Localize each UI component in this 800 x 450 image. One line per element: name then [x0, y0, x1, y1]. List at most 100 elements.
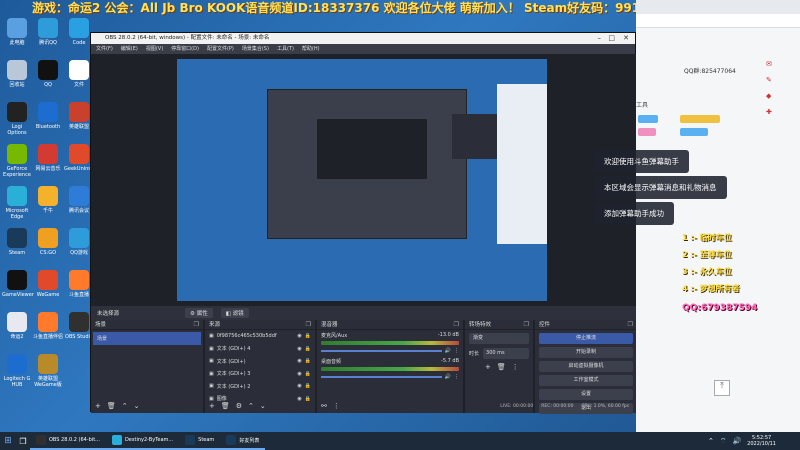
desktop-icon[interactable]: QQ	[33, 60, 63, 88]
arrow-down-icon[interactable]: ⌄	[134, 402, 140, 410]
eye-icon[interactable]: ◉	[297, 346, 301, 352]
desktop-icon[interactable]: 英雄联盟WeGame版	[33, 354, 63, 388]
trash-icon[interactable]: 🗑	[221, 402, 230, 410]
eye-icon[interactable]: ◉	[297, 333, 301, 339]
taskbar-app-label: Destiny2-ByTeam...	[124, 437, 174, 443]
filters-button[interactable]: ◧ 滤镜	[220, 308, 249, 318]
desktop-icon[interactable]: 命运2	[2, 312, 32, 340]
dock-float-icon[interactable]: ❐	[306, 320, 311, 330]
desktop-icon[interactable]: 斗鱼直播伴侣	[33, 312, 63, 340]
source-item[interactable]: ▣ 文本 (GDI+) 4 ◉ 🔒	[205, 343, 315, 356]
maximize-icon[interactable]: □	[608, 33, 615, 44]
lock-icon[interactable]: 🔒	[305, 333, 311, 339]
tray-icon[interactable]: ⌃	[708, 437, 714, 445]
desktop-icon[interactable]: WeGame	[33, 270, 63, 298]
upload-icon[interactable]: ⤒	[714, 380, 730, 396]
desktop-icon[interactable]: 腾讯QQ	[33, 18, 63, 46]
dock-float-icon[interactable]: ❐	[628, 320, 633, 330]
desktop-icon[interactable]: Logitech G HUB	[2, 354, 32, 388]
volume-meter	[321, 341, 459, 345]
dock-float-icon[interactable]: ❐	[454, 320, 459, 330]
source-item[interactable]: ▣ 文本 (GDI+) 2 ◉ 🔒	[205, 380, 315, 393]
more-icon[interactable]: ⋮	[333, 402, 340, 410]
add-icon[interactable]: +	[95, 402, 101, 410]
menu-item[interactable]: 工具(T)	[277, 44, 294, 54]
source-item[interactable]: ▣ 文本 (GDI+) ◉ 🔒	[205, 355, 315, 368]
speaker-icon[interactable]: 🔊	[445, 348, 451, 354]
arrow-up-icon[interactable]: ⌃	[248, 402, 254, 410]
desktop-icon[interactable]: GameViewer	[2, 270, 34, 298]
source-type-icon: ▣	[209, 370, 214, 377]
menu-item[interactable]: 停靠窗口(D)	[171, 44, 199, 54]
eye-icon[interactable]: ◉	[297, 358, 301, 364]
side-icon[interactable]: ✚	[766, 108, 774, 116]
link-icon[interactable]: ⚯	[321, 402, 327, 410]
more-icon[interactable]: ⋮	[512, 363, 519, 371]
close-icon[interactable]: ✕	[623, 33, 629, 44]
preview-canvas[interactable]	[91, 54, 637, 306]
control-button[interactable]: 工作室模式	[539, 375, 633, 386]
control-button[interactable]: 设置	[539, 389, 633, 400]
gear-icon[interactable]: ⚙	[236, 402, 242, 410]
arrow-down-icon[interactable]: ⌄	[260, 402, 266, 410]
desktop-icon-label: Logi Options	[7, 124, 27, 136]
desktop-icon[interactable]: GeForce Experience	[2, 144, 32, 178]
taskbar-app[interactable]: Steam	[179, 432, 221, 450]
desktop-icon[interactable]: 网易云音乐	[33, 144, 63, 172]
control-button[interactable]: 启动虚拟摄像机	[539, 361, 633, 372]
dock-float-icon[interactable]: ❐	[524, 320, 529, 330]
menu-item[interactable]: 帮助(H)	[302, 44, 320, 54]
windows-start-icon[interactable]: ⊞	[0, 436, 16, 446]
control-button[interactable]: 停止推流	[539, 333, 633, 344]
task-view-icon[interactable]: ❒	[16, 437, 30, 446]
volume-icon[interactable]: 🔊	[732, 437, 741, 445]
desktop-icon[interactable]: Steam	[2, 228, 32, 256]
taskbar-app[interactable]: 好友列表	[220, 432, 266, 450]
add-icon[interactable]: +	[485, 363, 491, 371]
minimize-icon[interactable]: –	[598, 33, 602, 44]
side-icon[interactable]: ✉	[766, 60, 774, 68]
source-item[interactable]: ▣ 文本 (GDI+) 3 ◉ 🔒	[205, 368, 315, 381]
desktop-icon[interactable]: Microsoft Edge	[2, 186, 32, 220]
lock-icon[interactable]: 🔒	[305, 358, 311, 364]
volume-slider[interactable]	[321, 350, 442, 352]
desktop-icon[interactable]: 千牛	[33, 186, 63, 214]
taskbar-app[interactable]: OBS 28.0.2 (64-bit...	[30, 432, 106, 450]
source-item[interactable]: ▣ 0f98756c465c530b5ddf ◉ 🔒	[205, 330, 315, 343]
desktop-icon[interactable]: CS:GO	[33, 228, 63, 256]
desktop-icon[interactable]: Bluetooth	[33, 102, 63, 130]
menu-item[interactable]: 编辑(E)	[121, 44, 138, 54]
desktop-icon[interactable]: 此电脑	[2, 18, 32, 46]
side-icon[interactable]: ◆	[766, 92, 774, 100]
arrow-up-icon[interactable]: ⌃	[122, 402, 128, 410]
menu-item[interactable]: 视图(V)	[146, 44, 163, 54]
menu-item[interactable]: 场景集合(S)	[242, 44, 269, 54]
obs-menubar: 文件(F) 编辑(E) 视图(V) 停靠窗口(D) 配置文件(P) 场景集合(S) 工具(T…	[91, 44, 635, 54]
more-icon[interactable]: ⋮	[454, 348, 459, 354]
control-button[interactable]: 开始录制	[539, 347, 633, 358]
tools-tab[interactable]: 工具	[636, 100, 648, 109]
eye-icon[interactable]: ◉	[297, 371, 301, 377]
menu-item[interactable]: 配置文件(P)	[207, 44, 234, 54]
speaker-icon[interactable]: 🔊	[445, 374, 451, 380]
transition-select[interactable]: 渐变	[469, 333, 529, 344]
dock-float-icon[interactable]: ❐	[194, 320, 199, 330]
add-icon[interactable]: +	[209, 402, 215, 410]
volume-slider[interactable]	[321, 376, 442, 378]
eye-icon[interactable]: ◉	[297, 383, 301, 389]
desktop-icon[interactable]: 回收站	[2, 60, 32, 88]
properties-button[interactable]: ⚙ 属性	[185, 308, 213, 318]
taskbar-app[interactable]: Destiny2-ByTeam...	[105, 432, 180, 450]
lock-icon[interactable]: 🔒	[305, 383, 311, 389]
menu-item[interactable]: 文件(F)	[96, 44, 113, 54]
side-icon[interactable]: ✎	[766, 76, 774, 84]
duration-input[interactable]: 300 ms	[483, 348, 529, 359]
desktop-icon[interactable]: Logi Options	[2, 102, 32, 136]
lock-icon[interactable]: 🔒	[305, 346, 311, 352]
scene-item[interactable]: 场景	[93, 332, 201, 345]
more-icon[interactable]: ⋮	[454, 374, 459, 380]
network-icon[interactable]: ⌔	[720, 437, 727, 446]
trash-icon[interactable]: 🗑	[497, 363, 506, 371]
lock-icon[interactable]: 🔒	[305, 371, 311, 377]
trash-icon[interactable]: 🗑	[107, 402, 116, 410]
